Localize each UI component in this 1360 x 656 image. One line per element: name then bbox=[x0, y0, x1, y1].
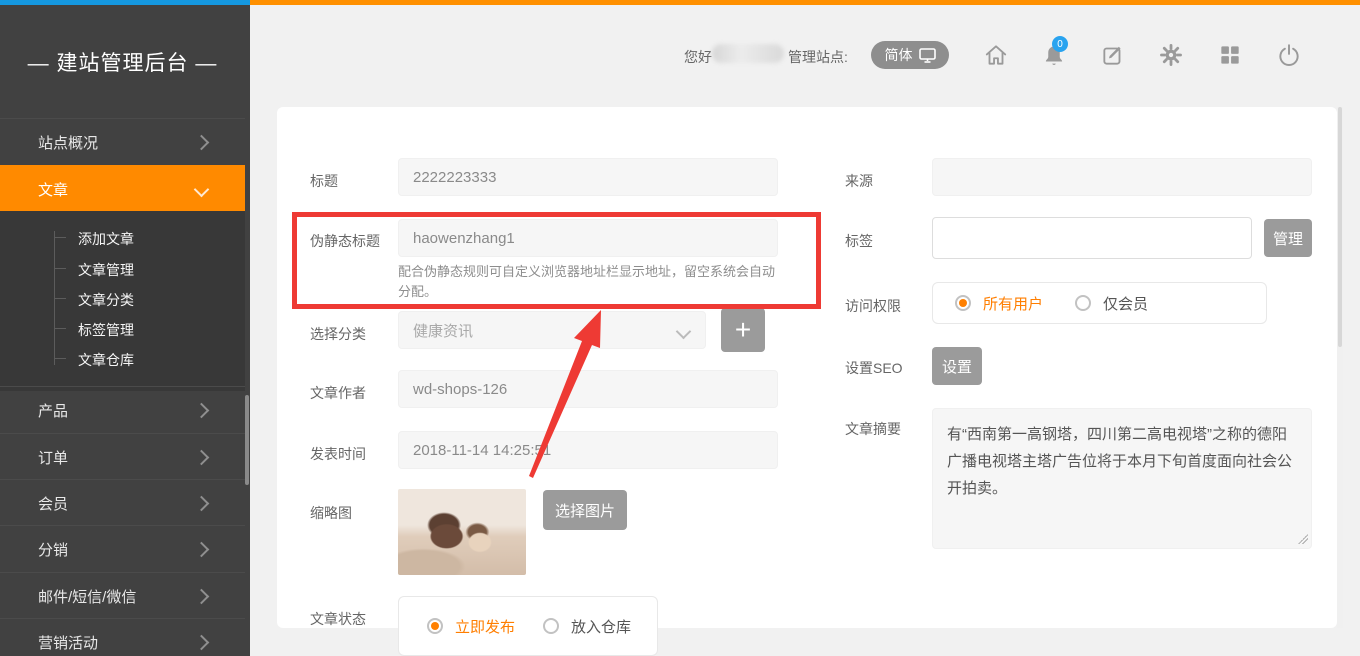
apps-button[interactable] bbox=[1216, 41, 1244, 69]
seo-settings-button[interactable]: 设置 bbox=[932, 347, 982, 385]
site-language-pill[interactable]: 简体 bbox=[871, 41, 949, 69]
content-scrollbar[interactable] bbox=[1337, 107, 1343, 628]
gear-icon bbox=[1158, 42, 1184, 68]
status-radio-store[interactable] bbox=[543, 618, 559, 634]
slug-help-text: 配合伪静态规则可自定义浏览器地址栏显示地址，留空系统会自动分配。 bbox=[398, 262, 776, 302]
status-radio-group: 立即发布 放入仓库 bbox=[398, 596, 658, 656]
edit-icon bbox=[1100, 42, 1126, 68]
status-radio-publish[interactable] bbox=[427, 618, 443, 634]
chevron-down-icon bbox=[194, 181, 210, 197]
category-select[interactable]: 健康资讯 bbox=[398, 311, 706, 349]
power-icon bbox=[1276, 42, 1302, 68]
access-radio-group: 所有用户 仅会员 bbox=[932, 282, 1267, 324]
publish-time-label: 发表时间 bbox=[310, 444, 366, 464]
access-radio-members-only[interactable] bbox=[1075, 295, 1091, 311]
thumbnail-label: 缩略图 bbox=[310, 503, 352, 523]
chevron-right-icon bbox=[194, 634, 210, 650]
access-label: 访问权限 bbox=[845, 296, 901, 316]
status-label: 文章状态 bbox=[310, 609, 366, 629]
submenu-article-category[interactable]: 文章分类 bbox=[78, 290, 134, 310]
submenu-add-article[interactable]: 添加文章 bbox=[78, 229, 134, 249]
tags-label: 标签 bbox=[845, 231, 873, 251]
access-radio-all-users[interactable] bbox=[955, 295, 971, 311]
title-input[interactable] bbox=[398, 158, 778, 196]
sidebar-item-articles[interactable]: 文章 bbox=[0, 165, 245, 212]
home-button[interactable] bbox=[982, 41, 1010, 69]
app-logo: — 建站管理后台 — bbox=[0, 5, 245, 118]
manage-tags-button[interactable]: 管理 bbox=[1264, 219, 1312, 257]
slug-label: 伪静态标题 bbox=[310, 231, 380, 251]
chevron-right-icon bbox=[194, 495, 210, 511]
home-icon bbox=[983, 42, 1009, 68]
title-label: 标题 bbox=[310, 171, 338, 191]
thumbnail-image[interactable] bbox=[398, 489, 526, 575]
source-label: 来源 bbox=[845, 171, 873, 191]
sidebar-item-products[interactable]: 产品 bbox=[0, 386, 245, 433]
username-redacted bbox=[712, 44, 784, 63]
logout-button[interactable] bbox=[1275, 41, 1303, 69]
manage-site-label: 管理站点: bbox=[788, 47, 848, 67]
sidebar-scrollbar[interactable] bbox=[245, 395, 249, 485]
edit-button[interactable] bbox=[1099, 41, 1127, 69]
summary-textarea[interactable]: 有“西南第一高钢塔，四川第二高电视塔”之称的德阳广播电视塔主塔广告位将于本月下旬… bbox=[932, 408, 1312, 549]
category-label: 选择分类 bbox=[310, 324, 366, 344]
sidebar-item-orders[interactable]: 订单 bbox=[0, 433, 245, 480]
articles-submenu: 添加文章 文章管理 文章分类 标签管理 文章仓库 bbox=[0, 211, 245, 391]
publish-time-input[interactable] bbox=[398, 431, 778, 469]
notification-badge: 0 bbox=[1052, 36, 1068, 52]
submenu-tag-manage[interactable]: 标签管理 bbox=[78, 320, 134, 340]
chevron-right-icon bbox=[194, 541, 210, 557]
author-input[interactable] bbox=[398, 370, 778, 408]
greeting-text: 您好 bbox=[684, 47, 712, 67]
topbar-orange-strip bbox=[250, 0, 1360, 5]
summary-label: 文章摘要 bbox=[845, 419, 901, 439]
chevron-down-icon bbox=[676, 324, 692, 340]
author-label: 文章作者 bbox=[310, 383, 366, 403]
source-input[interactable] bbox=[932, 158, 1312, 196]
sidebar-item-site-overview[interactable]: 站点概况 bbox=[0, 118, 245, 165]
access-radio-all-users-label[interactable]: 所有用户 bbox=[983, 293, 1043, 314]
chevron-right-icon bbox=[194, 588, 210, 604]
submenu-article-store[interactable]: 文章仓库 bbox=[78, 350, 134, 370]
status-radio-store-label[interactable]: 放入仓库 bbox=[571, 616, 631, 637]
settings-button[interactable] bbox=[1157, 41, 1185, 69]
slug-input[interactable] bbox=[398, 219, 778, 257]
access-radio-members-only-label[interactable]: 仅会员 bbox=[1103, 293, 1148, 314]
status-radio-publish-label[interactable]: 立即发布 bbox=[455, 616, 515, 637]
monitor-icon bbox=[919, 48, 936, 63]
resize-handle-icon[interactable] bbox=[1298, 534, 1308, 544]
admin-page: — 建站管理后台 — 站点概况 文章 添加文章 文章管理 文章分类 标签管理 文… bbox=[0, 0, 1360, 656]
sidebar-item-mail-sms-wechat[interactable]: 邮件/短信/微信 bbox=[0, 572, 245, 619]
submenu-article-manage[interactable]: 文章管理 bbox=[78, 260, 134, 280]
seo-label: 设置SEO bbox=[845, 358, 903, 378]
sidebar-item-members[interactable]: 会员 bbox=[0, 479, 245, 526]
chevron-right-icon bbox=[194, 134, 210, 150]
chevron-right-icon bbox=[194, 449, 210, 465]
chevron-right-icon bbox=[194, 402, 210, 418]
choose-image-button[interactable]: 选择图片 bbox=[543, 490, 627, 530]
grid-icon bbox=[1217, 42, 1243, 68]
sidebar-item-distribution[interactable]: 分销 bbox=[0, 525, 245, 572]
tags-input[interactable] bbox=[932, 217, 1252, 259]
sidebar-item-marketing[interactable]: 营销活动 bbox=[0, 618, 245, 656]
sidebar: — 建站管理后台 — 站点概况 文章 添加文章 文章管理 文章分类 标签管理 文… bbox=[0, 5, 250, 656]
add-category-button[interactable]: + bbox=[721, 308, 765, 352]
